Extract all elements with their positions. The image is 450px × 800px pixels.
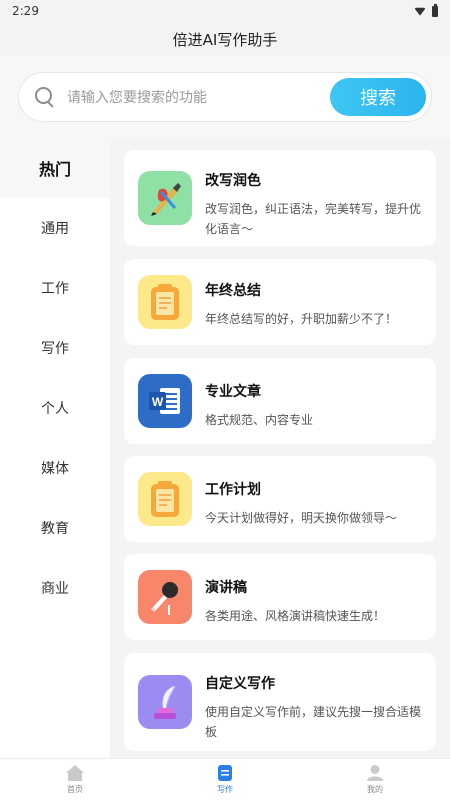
status-time: 2:29 [12,4,39,18]
sidebar-item-hot[interactable]: 热门 [0,138,110,198]
app-header: 倍进AI写作助手 [0,22,450,56]
home-icon [66,765,84,781]
nav-home[interactable]: 首页 [0,759,150,800]
bottom-nav: 首页 写作 我的 [0,758,450,800]
user-icon [367,765,383,781]
tool-card-custom-writing[interactable]: 自定义写作 使用自定义写作前，建议先搜一搜合适模板 [124,653,436,751]
status-icons [414,3,438,17]
battery-icon [432,3,438,17]
card-description: 各类用途、风格演讲稿快速生成！ [205,609,386,623]
card-title: 演讲稿 [205,580,247,596]
card-title: 工作计划 [205,482,261,498]
sidebar-item-business[interactable]: 商业 [0,558,110,618]
tool-card-speech[interactable]: 演讲稿 各类用途、风格演讲稿快速生成！ [124,554,436,640]
tool-card-year-end-summary[interactable]: 年终总结 年终总结写的好，升职加薪少不了！ [124,259,436,345]
card-title: 年终总结 [205,283,261,299]
tool-card-work-plan[interactable]: 工作计划 今天计划做得好，明天换你做领导～ [124,456,436,542]
word-document-icon: W [138,374,192,428]
search-area: 请输入您要搜索的功能 搜索 [0,56,450,138]
sidebar-item-media[interactable]: 媒体 [0,438,110,498]
card-description: 改写润色，纠正语法，完美转写，提升优化语言～ [205,202,422,236]
nav-label: 我的 [367,785,383,794]
status-bar: 2:29 [0,0,450,22]
card-description: 年终总结写的好，升职加薪少不了！ [205,312,398,326]
card-description: 格式规范、内容专业 [205,413,314,427]
search-input[interactable]: 请输入您要搜索的功能 [67,87,330,107]
quill-ink-icon [138,675,192,729]
nav-label: 写作 [217,785,233,794]
nav-label: 首页 [67,785,83,794]
microphone-icon [138,570,192,624]
category-sidebar: 热门 通用 工作 写作 个人 媒体 教育 商业 [0,138,110,758]
tool-card-rewrite[interactable]: 改写润色 改写润色，纠正语法，完美转写，提升优化语言～ [124,150,436,246]
card-title: 自定义写作 [205,676,275,692]
clipboard-icon [138,472,192,526]
sidebar-item-education[interactable]: 教育 [0,498,110,558]
sidebar-item-personal[interactable]: 个人 [0,378,110,438]
search-button[interactable]: 搜索 [330,78,426,116]
search-icon [35,87,55,107]
sidebar-filler [0,618,110,758]
wifi-icon [414,6,426,16]
tool-card-professional-article[interactable]: W 专业文章 格式规范、内容专业 [124,358,436,444]
nav-mine[interactable]: 我的 [300,759,450,800]
nav-writing[interactable]: 写作 [150,759,300,800]
sidebar-item-writing[interactable]: 写作 [0,318,110,378]
card-description: 今天计划做得好，明天换你做领导～ [205,511,398,525]
clipboard-icon [138,275,192,329]
search-box[interactable]: 请输入您要搜索的功能 搜索 [18,72,432,122]
sidebar-item-work[interactable]: 工作 [0,258,110,318]
sidebar-item-general[interactable]: 通用 [0,198,110,258]
svg-text:W: W [152,395,164,409]
document-icon [218,765,232,781]
card-description: 使用自定义写作前，建议先搜一搜合适模板 [205,705,422,739]
pen-brush-icon [138,171,192,225]
card-title: 改写润色 [205,173,261,189]
page-title: 倍进AI写作助手 [172,30,278,49]
tool-list: 改写润色 改写润色，纠正语法，完美转写，提升优化语言～ 年终总结 年终总结写的好… [110,138,450,758]
card-title: 专业文章 [205,384,261,400]
